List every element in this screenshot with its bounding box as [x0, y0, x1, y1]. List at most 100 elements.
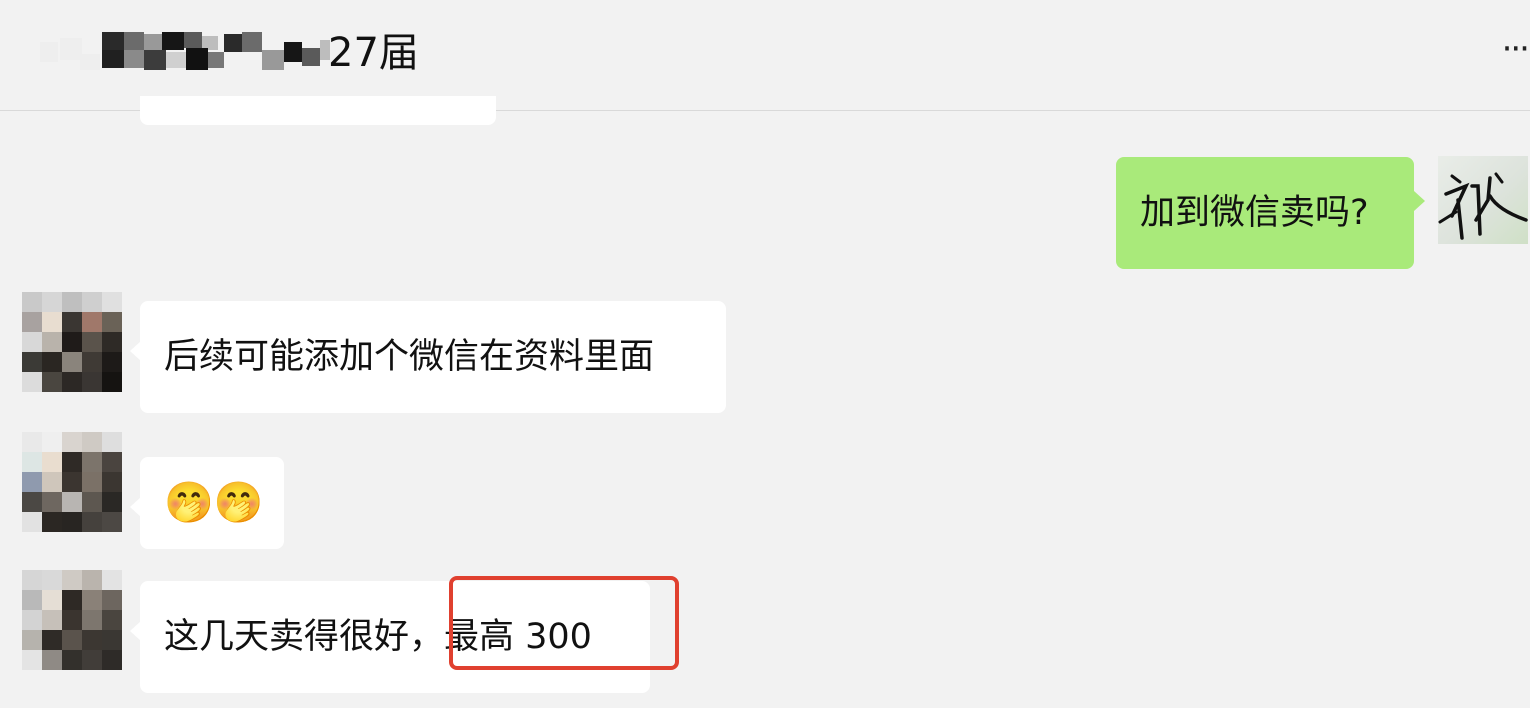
mosaic-block	[186, 48, 208, 70]
avatar-pixel	[102, 570, 122, 590]
avatar-pixel	[42, 332, 62, 352]
avatar-pixel	[22, 472, 42, 492]
mosaic-block	[144, 50, 166, 70]
avatar-pixel	[102, 292, 122, 312]
self-avatar[interactable]	[1438, 156, 1528, 244]
avatar-pixel	[102, 332, 122, 352]
avatar-pixel	[82, 590, 102, 610]
avatar-pixel	[42, 312, 62, 332]
avatar-pixel	[62, 352, 82, 372]
avatar-pixel	[22, 372, 42, 392]
mosaic-block	[102, 50, 124, 68]
incoming-message-bubble[interactable]: 后续可能添加个微信在资料里面	[130, 301, 726, 413]
avatar-pixel	[62, 610, 82, 630]
avatar-pixel	[82, 492, 102, 512]
avatar-pixel	[82, 650, 102, 670]
avatar-pixel	[22, 312, 42, 332]
avatar-pixel	[82, 312, 102, 332]
avatar-pixel	[62, 432, 82, 452]
avatar-pixel	[42, 452, 62, 472]
avatar-pixel	[82, 570, 102, 590]
avatar-pixel	[62, 332, 82, 352]
avatar-pixel	[42, 610, 62, 630]
mosaic-block	[124, 32, 144, 50]
chat-title-suffix: 27届	[328, 30, 419, 76]
mosaic-block	[208, 52, 224, 68]
avatar-pixel	[102, 352, 122, 372]
mosaic-block	[284, 42, 302, 62]
avatar-pixel	[82, 452, 102, 472]
avatar-pixel	[22, 432, 42, 452]
avatar-pixel	[102, 610, 122, 630]
avatar-pixel	[82, 352, 102, 372]
avatar-pixel	[42, 372, 62, 392]
avatar-pixel	[42, 352, 62, 372]
outgoing-message-bubble[interactable]: 加到微信卖吗?	[1116, 157, 1425, 269]
avatar-pixel	[82, 332, 102, 352]
avatar-pixel	[82, 432, 102, 452]
avatar-pixel	[42, 512, 62, 532]
avatar-pixel	[42, 472, 62, 492]
more-dots-icon[interactable]: ···	[1502, 32, 1530, 66]
mosaic-block	[144, 34, 162, 50]
avatar-pixel	[62, 492, 82, 512]
mosaic-block	[40, 42, 58, 62]
avatar-pixel	[42, 650, 62, 670]
mosaic-block	[224, 34, 242, 52]
avatar-pixel	[82, 610, 102, 630]
mosaic-block	[262, 50, 284, 70]
mosaic-block	[60, 38, 82, 60]
avatar-pixel	[102, 372, 122, 392]
avatar-pixel	[62, 292, 82, 312]
avatar-pixel	[82, 512, 102, 532]
incoming-emoji-bubble[interactable]: 🤭🤭	[130, 457, 284, 549]
avatar-pixel	[22, 570, 42, 590]
contact-avatar[interactable]	[22, 292, 122, 392]
avatar-pixel	[22, 650, 42, 670]
avatar-pixel	[102, 650, 122, 670]
avatar-pixel	[22, 352, 42, 372]
avatar-pixel	[62, 570, 82, 590]
mosaic-block	[102, 32, 124, 50]
avatar-pixel	[22, 590, 42, 610]
mosaic-block	[166, 52, 186, 68]
avatar-pixel	[102, 590, 122, 610]
clipped-message-bubble	[140, 96, 496, 125]
red-highlight-annotation	[449, 576, 679, 670]
avatar-pixel	[22, 292, 42, 312]
chat-title[interactable]: 27届	[40, 28, 430, 78]
avatar-pixel	[62, 512, 82, 532]
avatar-pixel	[102, 492, 122, 512]
mosaic-block	[302, 48, 320, 66]
message-text: 后续可能添加个微信在资料里面	[164, 337, 655, 377]
mosaic-block	[184, 32, 202, 48]
avatar-pixel	[22, 512, 42, 532]
avatar-pixel	[62, 452, 82, 472]
smirk-emoji-icon: 🤭🤭	[164, 480, 264, 526]
avatar-pixel	[102, 452, 122, 472]
avatar-pixel	[42, 630, 62, 650]
mosaic-block	[242, 32, 262, 52]
avatar-pixel	[42, 570, 62, 590]
avatar-pixel	[62, 590, 82, 610]
mosaic-block	[162, 32, 184, 50]
avatar-pixel	[62, 312, 82, 332]
avatar-pixel	[42, 492, 62, 512]
contact-avatar[interactable]	[22, 432, 122, 532]
mosaic-block	[124, 50, 144, 68]
contact-avatar[interactable]	[22, 570, 122, 670]
avatar-pixel	[62, 372, 82, 392]
handwriting-avatar-icon	[1438, 172, 1528, 240]
chat-header: 27届 ···	[0, 0, 1530, 111]
avatar-pixel	[102, 630, 122, 650]
avatar-pixel	[22, 452, 42, 472]
avatar-pixel	[42, 590, 62, 610]
avatar-pixel	[102, 512, 122, 532]
avatar-pixel	[102, 432, 122, 452]
avatar-pixel	[42, 292, 62, 312]
redacted-title-mosaic	[40, 28, 330, 78]
avatar-pixel	[62, 472, 82, 492]
avatar-pixel	[62, 650, 82, 670]
avatar-pixel	[22, 610, 42, 630]
avatar-pixel	[62, 630, 82, 650]
